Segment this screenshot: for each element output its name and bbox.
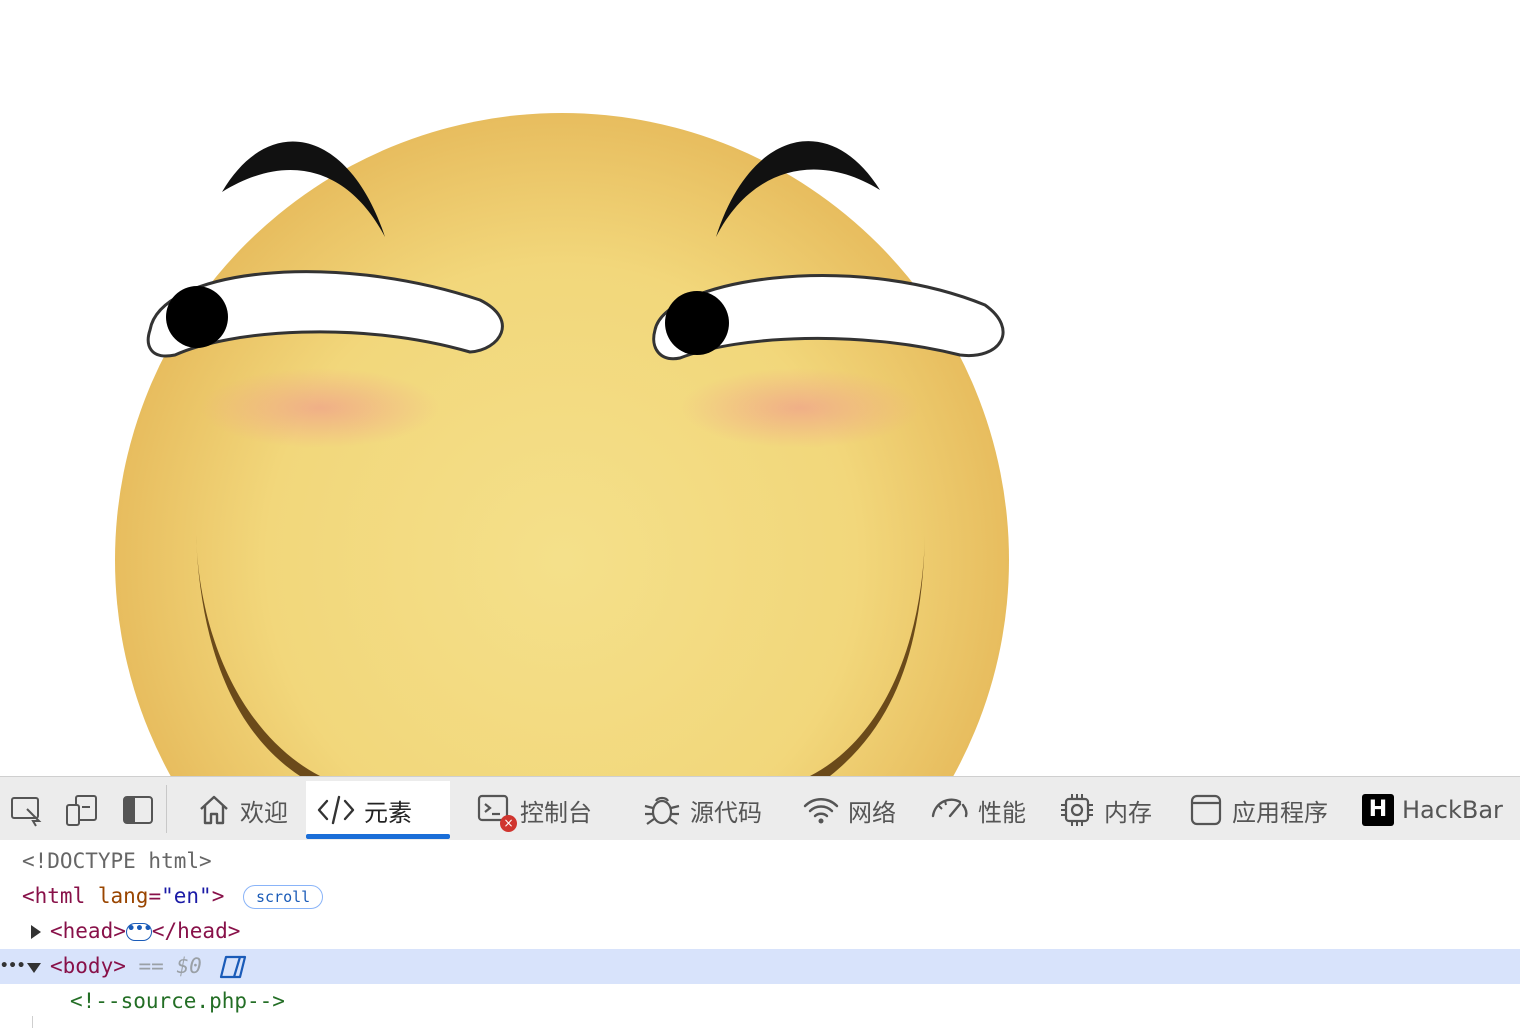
html-attr-eq: = <box>148 884 162 908</box>
tab-elements-label: 元素 <box>364 798 412 827</box>
dom-tree: <!DOCTYPE html> <html lang="en"> scroll … <box>0 840 1520 1028</box>
dom-html-row[interactable]: <html lang="en"> scroll <box>0 879 1520 914</box>
head-collapsed-ellipsis[interactable]: ••• <box>125 922 152 941</box>
head-open-tag: <head> <box>50 919 126 943</box>
collapse-triangle-icon[interactable] <box>26 961 42 975</box>
row-more-ellipsis[interactable]: ••• <box>0 949 25 984</box>
tab-memory-label: 内存 <box>1104 798 1152 827</box>
tab-sources[interactable]: 源代码 <box>632 781 772 839</box>
dom-body-row[interactable]: ••• <body> == $0 <box>0 949 1520 984</box>
head-close-tag: </head> <box>151 919 241 943</box>
dock-side-icon[interactable] <box>121 793 155 827</box>
console-icon: × <box>476 792 517 832</box>
devtools-toolbar: 欢迎 元素 × 控制台 源代码 网络 性能 内存 应用程序 H HackBar <box>0 776 1520 840</box>
wifi-icon <box>803 798 839 824</box>
tab-performance[interactable]: 性能 <box>920 781 1036 839</box>
tab-hackbar-label: HackBar <box>1402 796 1503 824</box>
dom-doctype-row[interactable]: <!DOCTYPE html> <box>0 844 1520 879</box>
chip-icon <box>1061 794 1093 826</box>
body-open-tag: <body> <box>50 954 126 978</box>
tab-console-label: 控制台 <box>520 798 592 827</box>
console-error-badge: × <box>500 815 517 832</box>
window-icon <box>1190 794 1222 826</box>
device-emulation-icon[interactable] <box>64 793 98 827</box>
copilot-icon[interactable] <box>218 954 248 980</box>
tab-performance-label: 性能 <box>978 798 1026 827</box>
body-ref: $0 <box>176 954 202 978</box>
dom-head-row[interactable]: <head>•••</head> <box>0 914 1520 949</box>
bug-icon <box>644 796 680 825</box>
toolbar-separator <box>166 785 167 833</box>
tab-network[interactable]: 网络 <box>792 781 908 839</box>
tab-elements[interactable]: 元素 <box>306 781 450 839</box>
source-comment: <!--source.php--> <box>70 989 285 1013</box>
expand-triangle-icon[interactable] <box>29 924 43 940</box>
tab-welcome[interactable]: 欢迎 <box>186 781 304 839</box>
scroll-badge[interactable]: scroll <box>243 885 324 909</box>
dom-comment-row[interactable]: <!--source.php--> <box>0 984 1520 1019</box>
tab-sources-label: 源代码 <box>690 798 762 827</box>
html-close-bracket: > <box>211 884 225 908</box>
doctype-text: <!DOCTYPE html> <box>22 849 212 873</box>
tab-welcome-label: 欢迎 <box>240 798 288 827</box>
body-eq: == <box>138 954 164 978</box>
indent-guide <box>32 1016 33 1028</box>
inspect-element-icon[interactable] <box>9 793 43 827</box>
tab-application-label: 应用程序 <box>1232 798 1328 827</box>
tab-application[interactable]: 应用程序 <box>1178 781 1342 839</box>
gauge-icon <box>931 798 968 818</box>
page-viewport <box>0 0 1520 776</box>
tab-console[interactable]: × 控制台 <box>466 781 606 839</box>
smirk-emoji-image <box>115 113 1009 776</box>
tab-memory[interactable]: 内存 <box>1048 781 1164 839</box>
devtools-panel: 欢迎 元素 × 控制台 源代码 网络 性能 内存 应用程序 H HackBar … <box>0 776 1520 1028</box>
home-icon <box>200 795 228 825</box>
tab-network-label: 网络 <box>848 798 896 827</box>
html-attr-name: lang <box>97 884 149 908</box>
html-open-tag: <html <box>22 884 86 908</box>
hackbar-icon: H <box>1362 794 1394 826</box>
html-attr-value: "en" <box>161 884 212 908</box>
code-icon <box>317 795 355 825</box>
tab-hackbar[interactable]: H HackBar <box>1352 781 1516 839</box>
